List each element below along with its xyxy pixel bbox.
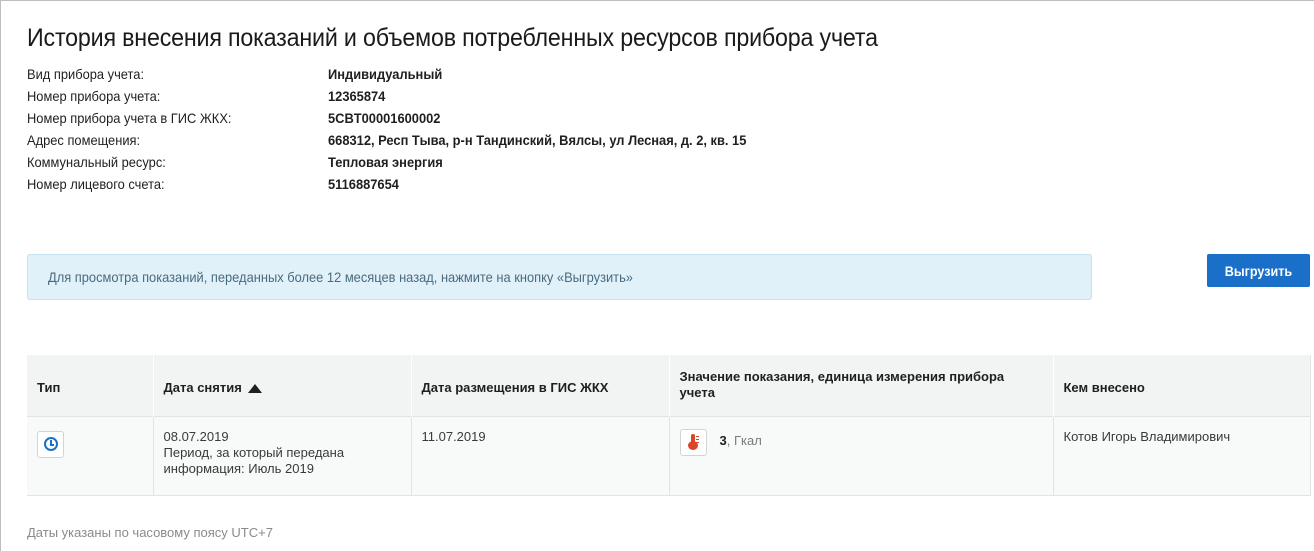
info-notice: Для просмотра показаний, переданных боле… <box>27 254 1092 300</box>
info-row-meter-number: Номер прибора учета: 12365874 <box>27 85 1027 107</box>
info-label: Коммунальный ресурс: <box>27 154 166 170</box>
export-button[interactable]: Выгрузить <box>1207 254 1310 287</box>
cell-type <box>27 415 154 496</box>
header-type: Тип <box>27 355 154 416</box>
info-row-gis-number: Номер прибора учета в ГИС ЖКХ: 5CBT00001… <box>27 107 1027 129</box>
reading-type-button[interactable] <box>37 430 64 458</box>
info-value: Тепловая энергия <box>328 154 443 170</box>
page-title: История внесения показаний и объемов пот… <box>27 24 878 52</box>
header-date[interactable]: Дата снятия <box>153 355 412 416</box>
meter-info: Вид прибора учета: Индивидуальный Номер … <box>27 63 1027 195</box>
info-row-resource: Коммунальный ресурс: Тепловая энергия <box>27 151 1027 173</box>
info-label: Номер прибора учета: <box>27 88 161 104</box>
info-label: Номер лицевого счета: <box>27 176 165 192</box>
sort-asc-icon[interactable] <box>247 384 262 394</box>
header-who: Кем внесено <box>1053 355 1311 416</box>
reading-value: 3 <box>719 432 727 448</box>
clock-icon <box>43 437 58 451</box>
notice-text: Для просмотра показаний, переданных боле… <box>48 269 633 285</box>
header-value: Значение показания, единица измерения пр… <box>669 355 1054 416</box>
info-label: Адрес помещения: <box>27 132 141 148</box>
info-row-meter-type: Вид прибора учета: Индивидуальный <box>27 63 1027 85</box>
resource-button[interactable] <box>679 428 707 456</box>
entered-by: Котов Игорь Владимирович <box>1063 428 1231 444</box>
reading-period: Период, за который передана информация: … <box>163 444 345 476</box>
timezone-note: Даты указаны по часовому поясу UTC+7 <box>27 525 273 540</box>
info-label: Номер прибора учета в ГИС ЖКХ: <box>27 110 232 126</box>
export-button-label: Выгрузить <box>1224 262 1293 279</box>
published-date: 11.07.2019 <box>421 428 486 444</box>
info-value: 668312, Респ Тыва, р-н Тандинский, Вялсы… <box>328 132 747 148</box>
cell-published: 11.07.2019 <box>411 415 670 496</box>
thermometer-icon <box>688 434 699 450</box>
cell-date: 08.07.2019 Период, за который передана и… <box>153 415 412 496</box>
info-row-address: Адрес помещения: 668312, Респ Тыва, р-н … <box>27 129 1027 151</box>
info-value: 12365874 <box>328 88 386 104</box>
info-label: Вид прибора учета: <box>27 66 145 82</box>
info-value: 5116887654 <box>328 176 399 192</box>
table-header-row: Тип Дата снятия Дата размещения в ГИС ЖК… <box>27 355 1311 416</box>
info-row-account: Номер лицевого счета: 5116887654 <box>27 173 1027 195</box>
table-row: 08.07.2019 Период, за который передана и… <box>27 415 1311 496</box>
readings-table: Тип Дата снятия Дата размещения в ГИС ЖК… <box>27 355 1311 496</box>
cell-value: 3, Гкал <box>669 415 1054 496</box>
info-value: Индивидуальный <box>328 66 443 82</box>
reading-date: 08.07.2019 <box>163 428 229 444</box>
info-value: 5CBT00001600002 <box>328 110 441 126</box>
header-published: Дата размещения в ГИС ЖКХ <box>411 355 670 416</box>
cell-who: Котов Игорь Владимирович <box>1053 415 1311 496</box>
reading-unit: , Гкал <box>726 432 762 448</box>
